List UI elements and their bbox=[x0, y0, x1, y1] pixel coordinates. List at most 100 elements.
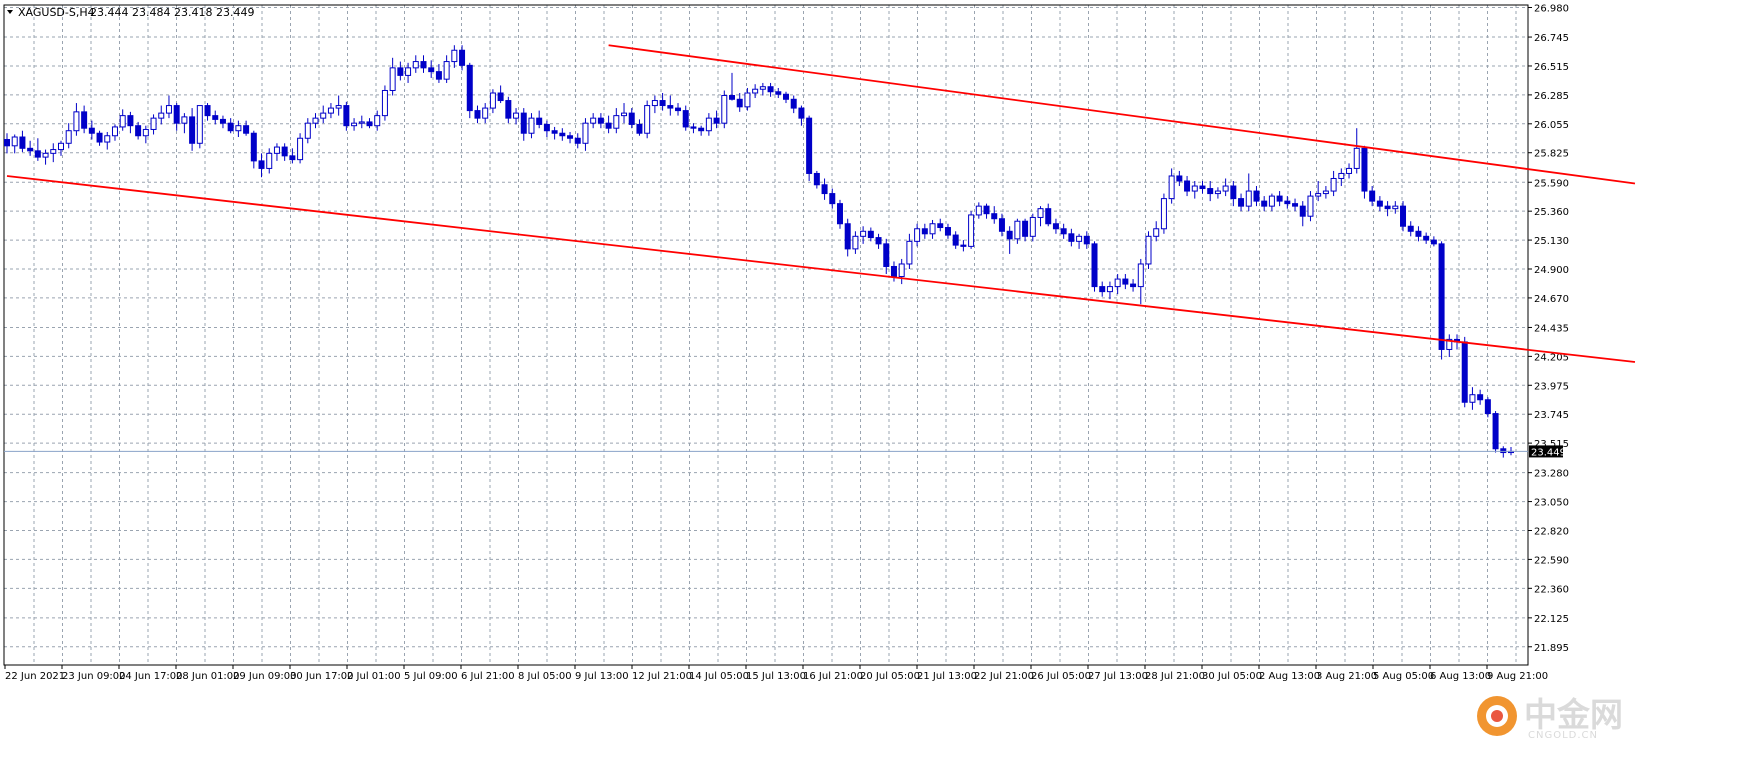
candle-body-bull bbox=[651, 100, 658, 107]
candle-body-bull bbox=[1322, 190, 1329, 195]
candle-body-bear bbox=[713, 117, 720, 124]
candle-body-bull bbox=[389, 67, 396, 91]
y-tick-label: 23.050 bbox=[1534, 498, 1569, 509]
candle-body-bear bbox=[829, 193, 836, 205]
candle-body-bull bbox=[1153, 228, 1160, 237]
candle-body-bear bbox=[250, 132, 257, 162]
candle-body-bear bbox=[821, 184, 828, 195]
y-tick-label: 22.125 bbox=[1534, 614, 1569, 625]
candle-body-bear bbox=[944, 227, 951, 236]
candle-body-bear bbox=[667, 105, 674, 109]
candle-body-bear bbox=[459, 49, 466, 66]
candle-body-bull bbox=[1392, 205, 1399, 210]
candle-body-bear bbox=[836, 203, 843, 225]
candle-body-bear bbox=[1299, 205, 1306, 217]
candle-body-bear bbox=[505, 100, 512, 119]
candle-body-bull bbox=[489, 92, 496, 109]
candle-body-bull bbox=[351, 122, 358, 127]
candle-body-bull bbox=[513, 112, 520, 119]
candle-body-bear bbox=[1415, 230, 1422, 237]
candle-body-bear bbox=[281, 146, 288, 157]
candle-body-bear bbox=[1376, 200, 1383, 207]
chart-window[interactable]: 26.980 26.745 26.515 26.285 26.055 25.825 25.5… bbox=[0, 0, 1742, 765]
candle-body-bull bbox=[304, 122, 311, 139]
candle-body-bear bbox=[258, 160, 265, 169]
candle-body-bear bbox=[1022, 220, 1029, 237]
candle-body-bull bbox=[759, 86, 766, 90]
candle-body-bear bbox=[775, 91, 782, 95]
candle-body-bull bbox=[1245, 190, 1252, 207]
candle-body-bear bbox=[1430, 239, 1437, 245]
candle-body-bull bbox=[335, 105, 342, 109]
candle-body-bear bbox=[1500, 448, 1507, 454]
candle[interactable] bbox=[806, 115, 813, 181]
x-tick-label: 15 Jul 13:00 bbox=[746, 671, 806, 682]
x-tick-label: 9 Jul 13:00 bbox=[575, 671, 629, 682]
candle-body-bull bbox=[57, 142, 64, 151]
y-tick-label: 24.670 bbox=[1534, 294, 1569, 305]
candle-body-bear bbox=[1492, 413, 1499, 450]
candle-body-bull bbox=[405, 67, 412, 76]
candle-body-bull bbox=[1029, 216, 1036, 237]
candle[interactable] bbox=[968, 211, 975, 249]
candle-body-bear bbox=[1052, 223, 1059, 230]
candle-body-bear bbox=[1407, 225, 1414, 232]
chart-background bbox=[0, 0, 1742, 765]
candle-body-bear bbox=[204, 105, 211, 117]
candle[interactable] bbox=[1145, 231, 1152, 269]
candle-body-bull bbox=[11, 136, 18, 147]
candle[interactable] bbox=[1361, 145, 1368, 199]
candle[interactable] bbox=[466, 62, 473, 119]
candle-body-bear bbox=[636, 123, 643, 134]
candle-body-bull bbox=[158, 112, 165, 119]
candle-body-bull bbox=[1353, 147, 1360, 169]
candle-body-bull bbox=[852, 235, 859, 250]
candle-body-bear bbox=[135, 125, 142, 137]
candle[interactable] bbox=[196, 105, 203, 149]
watermark-en-text: CNGOLD.CN bbox=[1528, 730, 1598, 741]
candle[interactable] bbox=[1438, 241, 1445, 360]
candle[interactable] bbox=[721, 90, 728, 129]
x-tick-label: 5 Aug 05:00 bbox=[1373, 671, 1434, 682]
candle-body-bear bbox=[1253, 190, 1260, 202]
y-tick-label: 23.745 bbox=[1534, 410, 1569, 421]
candle-body-bull bbox=[1168, 175, 1175, 200]
candle-body-bull bbox=[1214, 190, 1221, 195]
candle-body-bear bbox=[628, 112, 635, 125]
candlestick-chart[interactable]: 26.980 26.745 26.515 26.285 26.055 25.825 25.5… bbox=[0, 0, 1742, 765]
candle-body-bull bbox=[150, 117, 157, 130]
candle[interactable] bbox=[381, 85, 388, 121]
candle-body-bear bbox=[682, 110, 689, 128]
x-tick-label: 3 Aug 21:00 bbox=[1316, 671, 1377, 682]
x-tick-label: 23 Jun 09:00 bbox=[62, 671, 126, 682]
x-tick-label: 28 Jul 21:00 bbox=[1145, 671, 1205, 682]
y-tick-label: 23.975 bbox=[1534, 381, 1569, 392]
candle-body-bear bbox=[34, 150, 41, 158]
candle-body-bear bbox=[1207, 188, 1214, 195]
candle-body-bear bbox=[983, 205, 990, 215]
candle-body-bear bbox=[937, 223, 944, 229]
candle[interactable] bbox=[1160, 193, 1167, 234]
candle-body-bull bbox=[582, 122, 589, 144]
candle[interactable] bbox=[1492, 411, 1499, 453]
candle-body-bull bbox=[1338, 172, 1345, 179]
candle-body-bear bbox=[1423, 235, 1430, 241]
candle-body-bear bbox=[960, 244, 967, 247]
candle-body-bear bbox=[806, 117, 813, 174]
candle[interactable] bbox=[1091, 241, 1098, 292]
candle[interactable] bbox=[1461, 336, 1468, 408]
x-tick-label: 30 Jul 05:00 bbox=[1202, 671, 1262, 682]
candle-body-bear bbox=[1068, 233, 1075, 242]
candle[interactable] bbox=[644, 100, 651, 139]
candle-body-bull bbox=[235, 125, 242, 132]
candle-body-bear bbox=[1400, 205, 1407, 227]
ohlc-values: 23.444 23.484 23.418 23.449 bbox=[90, 6, 254, 19]
cngold-logo-dot-icon bbox=[1491, 710, 1503, 722]
candle-body-bull bbox=[721, 95, 728, 124]
candle-body-bull bbox=[590, 117, 597, 124]
candle-body-bull bbox=[196, 105, 203, 144]
candle-body-bear bbox=[219, 118, 226, 124]
candle-body-bull bbox=[860, 230, 867, 237]
candle-body-bull bbox=[1106, 286, 1113, 293]
candle-body-bull bbox=[644, 105, 651, 134]
